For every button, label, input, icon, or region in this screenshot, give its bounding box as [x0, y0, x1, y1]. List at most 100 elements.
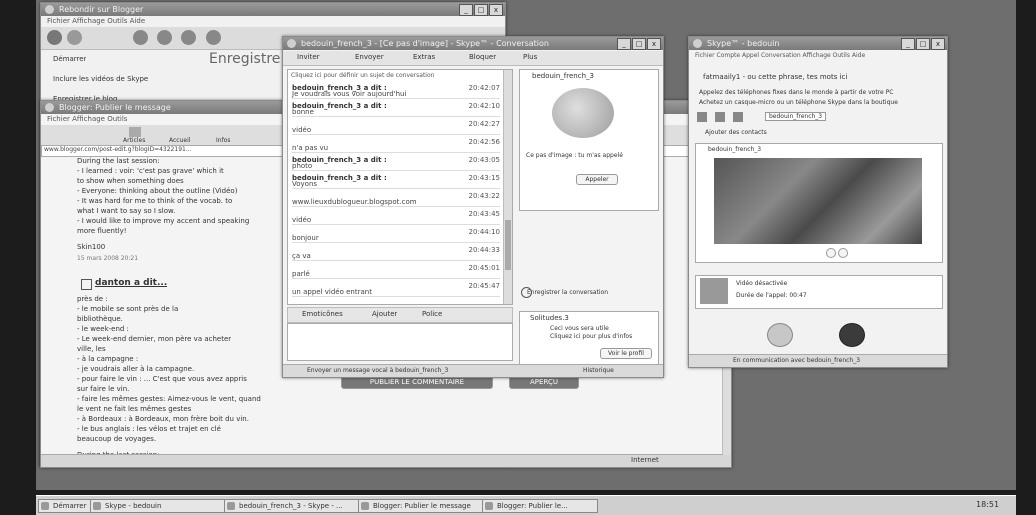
windows-logo-icon: [41, 502, 49, 510]
blogger-titlebar[interactable]: Rebondir sur Blogger _ □ x: [41, 3, 505, 16]
video-control-button[interactable]: [838, 248, 848, 258]
forward-icon[interactable]: [67, 30, 82, 45]
skype-menubar[interactable]: Fichier Compte Appel Conversation Affich…: [689, 50, 947, 61]
chat-message: 20:44:10 bonjour: [292, 228, 500, 243]
side-item-include-video[interactable]: Inclure les vidéos de Skype: [53, 75, 148, 83]
status-zone: Internet: [631, 456, 659, 464]
invite-button[interactable]: Inviter: [297, 53, 320, 61]
refresh-icon[interactable]: [157, 30, 172, 45]
contact2-line: Ceci vous sera utile: [550, 325, 609, 332]
call-tab-icon[interactable]: [715, 112, 725, 122]
record-conversation-link[interactable]: Enregistrer la conversation: [527, 289, 637, 296]
maximize-button[interactable]: □: [474, 4, 488, 16]
call-button[interactable]: Appeler: [576, 174, 618, 185]
maximize-button[interactable]: □: [916, 38, 930, 50]
skype-main-window[interactable]: Skype™ - bedouin _ □ x Fichier Compte Appe…: [688, 36, 948, 368]
chat-window[interactable]: bedouin_french_3 - [Ce pas d'image] - Sk…: [282, 36, 664, 378]
chat-messages: bedouin_french_3 a dit :20:42:07 Je voudr…: [288, 84, 504, 304]
user-mood-line[interactable]: fatmaaily1 - ou cette phrase, tes mots i…: [703, 73, 941, 81]
skype-icon: [93, 502, 101, 510]
search-icon[interactable]: [206, 30, 221, 45]
post-line: - Everyone: thinking about the outline (…: [77, 187, 238, 195]
comment-line: ville, les: [77, 345, 106, 353]
send-file-button[interactable]: Envoyer: [355, 53, 384, 61]
chat-topic[interactable]: Cliquez ici pour définir un sujet de con…: [291, 72, 501, 79]
tab-infos[interactable]: Infos: [216, 137, 230, 144]
comment-line: sur faire le vin.: [77, 385, 130, 393]
hangup-button[interactable]: [839, 323, 865, 347]
chat-title: bedouin_french_3 - [Ce pas d'image] - Sk…: [301, 39, 549, 48]
add-button[interactable]: Ajouter: [372, 310, 397, 318]
chat-input[interactable]: [287, 323, 513, 361]
tab-accueil[interactable]: Accueil: [169, 137, 190, 144]
contact2-name[interactable]: Solitudes.3: [530, 314, 569, 322]
back-icon[interactable]: [47, 30, 62, 45]
history-text[interactable]: Historique: [583, 367, 614, 374]
notice-landlines[interactable]: Appelez des téléphones fixes dans le mon…: [699, 89, 943, 96]
chat-message: 20:44:33 ça va: [292, 246, 500, 261]
comment-icon: [81, 279, 92, 290]
block-button[interactable]: Bloquer: [469, 53, 496, 61]
close-button[interactable]: x: [489, 4, 503, 16]
tab-articles[interactable]: Articles: [123, 137, 145, 144]
blogger-title: Rebondir sur Blogger: [59, 5, 144, 14]
blogger-menubar[interactable]: Fichier Affichage Outils Aide: [41, 16, 505, 27]
minimize-button[interactable]: _: [617, 38, 631, 50]
contact-name[interactable]: bedouin_french_3: [532, 72, 594, 80]
comment-line: bibliothèque.: [77, 315, 123, 323]
comment-line: - faire les mêmes gestes: Aimez-vous le …: [77, 395, 261, 403]
side-item-start[interactable]: Démarrer: [53, 55, 86, 63]
scroll-thumb[interactable]: [505, 220, 511, 270]
start-button[interactable]: Démarrer: [38, 499, 94, 513]
call-info: Vidéo désactivée Durée de l'appel: 00:47: [695, 275, 943, 309]
post-line: During the last session:: [77, 157, 160, 165]
skype-titlebar[interactable]: Skype™ - bedouin _ □ x: [689, 37, 947, 50]
active-call-tab[interactable]: bedouin_french_3: [765, 112, 827, 121]
taskbar-item[interactable]: Blogger: Publier le message: [358, 499, 494, 513]
minimize-button[interactable]: _: [901, 38, 915, 50]
post-line: - I would like to improve my accent and …: [77, 217, 250, 225]
contact2-line: Cliquez ici pour plus d'infos: [550, 333, 633, 340]
taskbar-item[interactable]: bedouin_french_3 - Skype - ...: [224, 499, 364, 513]
video-caption: bedouin_french_3: [708, 146, 762, 153]
close-button[interactable]: x: [931, 38, 945, 50]
voice-message-text[interactable]: Envoyer un message vocal à bedouin_frenc…: [307, 367, 448, 374]
taskbar-item[interactable]: Blogger: Publier le...: [482, 499, 598, 513]
stop-icon[interactable]: [133, 30, 148, 45]
post-line: - I learned : voir: 'c'est pas grave' wh…: [77, 167, 224, 175]
clock[interactable]: 18:51: [976, 500, 999, 509]
article-tab-icon[interactable]: [129, 127, 141, 137]
chat-message: 20:45:47 un appel vidéo entrant: [292, 282, 500, 297]
minimize-button[interactable]: _: [459, 4, 473, 16]
call-green-button[interactable]: [767, 323, 793, 347]
chat-scrollbar[interactable]: [503, 70, 512, 304]
post-line: more fluently!: [77, 227, 127, 235]
close-button[interactable]: x: [647, 38, 661, 50]
skype-statusbar: En communication avec bedouin_french_3: [689, 354, 947, 367]
taskbar-item[interactable]: Skype - bedouin: [90, 499, 226, 513]
chat-toolbar: Inviter Envoyer Extras Bloquer Plus: [283, 51, 663, 66]
history-tab-icon[interactable]: [733, 112, 743, 122]
comment-author[interactable]: danton a dit...: [95, 278, 167, 288]
extras-button[interactable]: Extras: [413, 53, 435, 61]
add-contacts-link[interactable]: Ajouter des contacts: [705, 129, 767, 136]
chat-titlebar[interactable]: bedouin_french_3 - [Ce pas d'image] - Sk…: [283, 37, 663, 50]
maximize-button[interactable]: □: [632, 38, 646, 50]
post-signature: Skin100: [77, 243, 106, 251]
home-icon[interactable]: [181, 30, 196, 45]
browser-statusbar: Internet: [41, 454, 731, 467]
call-name: Vidéo désactivée: [736, 280, 788, 287]
comment-line: - je voudrais aller à la campagne.: [77, 365, 195, 373]
chat-history[interactable]: Cliquez ici pour définir un sujet de con…: [287, 69, 513, 305]
notice-shop[interactable]: Achetez un casque-micro ou un téléphone …: [699, 99, 943, 106]
contacts-tab-icon[interactable]: [697, 112, 707, 122]
comment-line: - à Bordeaux : à Bordeaux, mon frère boi…: [77, 415, 249, 423]
emoticons-button[interactable]: Emoticônes: [302, 310, 343, 318]
more-button[interactable]: Plus: [523, 53, 537, 61]
video-control-button[interactable]: [826, 248, 836, 258]
font-button[interactable]: Police: [422, 310, 442, 318]
contact-status: Ce pas d'image : tu m'as appelé: [526, 152, 623, 159]
comment-line: - le bus anglais : les vélos et trajet e…: [77, 425, 221, 433]
chat-message: bedouin_french_3 a dit :20:42:07 Je voudr…: [292, 84, 500, 99]
view-profile-button[interactable]: Voir le profil: [600, 348, 652, 359]
